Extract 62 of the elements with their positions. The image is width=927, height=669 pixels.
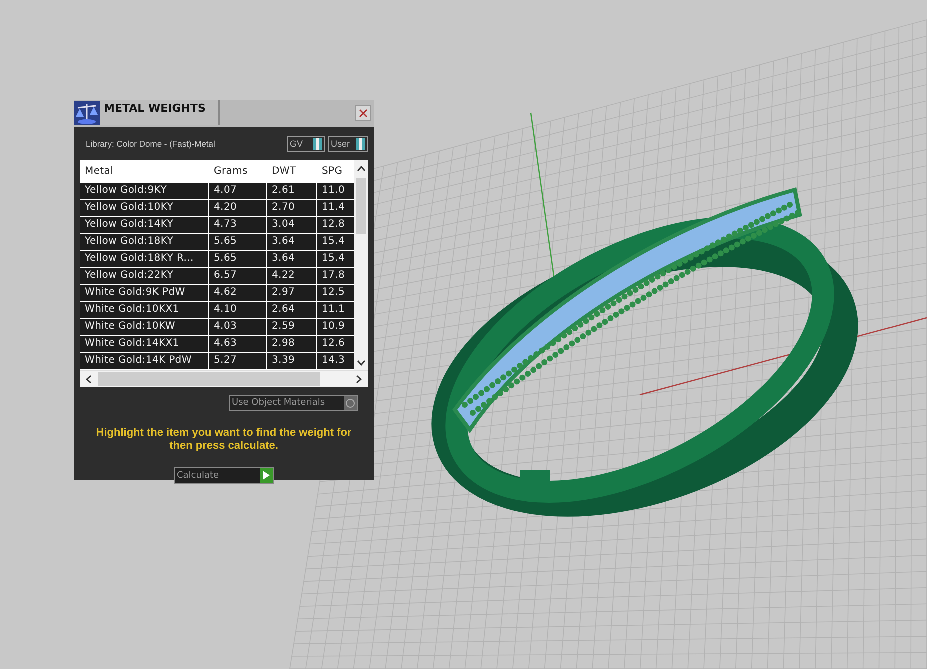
table-cell: Yellow Gold:9KY: [80, 183, 209, 199]
table-cell: 4.20: [209, 200, 267, 216]
horizontal-scrollbar[interactable]: [80, 370, 368, 387]
dialog-title: METAL WEIGHTS: [100, 100, 220, 125]
play-icon: [263, 471, 270, 480]
table-cell-text: 15.4: [321, 235, 346, 249]
scrollbar-thumb[interactable]: [356, 178, 366, 234]
table-cell: Yellow Gold:10KY: [80, 200, 209, 216]
column-header[interactable]: Metal: [80, 160, 209, 182]
table-cell: White Gold:9K PdW: [80, 285, 209, 301]
table-cell: White Gold:10KX1: [80, 302, 209, 318]
table-cell: 6.57: [209, 268, 267, 284]
table-cell-text: 11.0: [321, 184, 346, 198]
table-cell-text: 15.4: [321, 252, 346, 266]
close-icon: [358, 108, 368, 118]
table-cell-text: 14.3: [321, 354, 346, 368]
table-cell: 2.64: [267, 302, 317, 318]
column-header[interactable]: DWT: [267, 160, 317, 182]
instruction-text: Highlight the item you want to find the weight for then press calculate.: [95, 427, 353, 453]
table-cell: White Gold:10KW: [80, 319, 209, 335]
table-cell: Yellow Gold:18KY R...: [80, 251, 209, 267]
table-cell: Yellow Gold:18KY: [80, 234, 209, 250]
table-cell-text: 10.9: [321, 320, 346, 334]
table-cell: 3.64: [267, 234, 317, 250]
table-cell: White Gold:14K PdW: [80, 353, 209, 369]
table-cell: 4.63: [209, 336, 267, 352]
table-cell: 2.59: [267, 319, 317, 335]
table-cell: 4.62: [209, 285, 267, 301]
table-cell: 4.07: [209, 183, 267, 199]
scrollbar-thumb[interactable]: [98, 372, 320, 386]
scale-icon: [74, 101, 100, 125]
table-cell: 3.04: [267, 217, 317, 233]
close-button[interactable]: [355, 105, 371, 121]
table-cell-text: 17.8: [321, 269, 346, 283]
table-cell: 2.70: [267, 200, 317, 216]
table-cell: 2.97: [267, 285, 317, 301]
column-header[interactable]: Grams: [209, 160, 267, 182]
toggle-switch[interactable]: GV: [286, 136, 325, 152]
table-cell: 4.03: [209, 319, 267, 335]
table-cell: 2.61: [267, 183, 317, 199]
use-object-materials-checkbox[interactable]: Use Object Materials: [229, 395, 358, 411]
table-cell: 3.64: [267, 251, 317, 267]
calculate-button[interactable]: Calculate: [174, 467, 274, 484]
table-cell-text: 12.5: [321, 286, 346, 300]
table-cell-text: 11.1: [321, 303, 346, 317]
table-cell-text: 11.4: [321, 201, 346, 215]
table-cell: 4.73: [209, 217, 267, 233]
table-cell: 5.65: [209, 234, 267, 250]
toggle-switch[interactable]: User: [328, 136, 368, 152]
library-label: Library: Color Dome - (Fast)-Metal: [85, 139, 216, 149]
table-cell: Yellow Gold:22KY: [80, 268, 209, 284]
table-cell: 4.22: [267, 268, 317, 284]
table-cell: 4.10: [209, 302, 267, 318]
table-cell-text: 12.6: [321, 337, 346, 351]
table-cell: 2.98: [267, 336, 317, 352]
table-cell: 5.27: [209, 353, 267, 369]
table-cell-text: 12.8: [321, 218, 346, 232]
table-cell: 3.39: [267, 353, 317, 369]
table-cell: 5.65: [209, 251, 267, 267]
table-cell: White Gold:14KX1: [80, 336, 209, 352]
table-cell: Yellow Gold:14KY: [80, 217, 209, 233]
column-header[interactable]: SPG: [317, 160, 354, 182]
